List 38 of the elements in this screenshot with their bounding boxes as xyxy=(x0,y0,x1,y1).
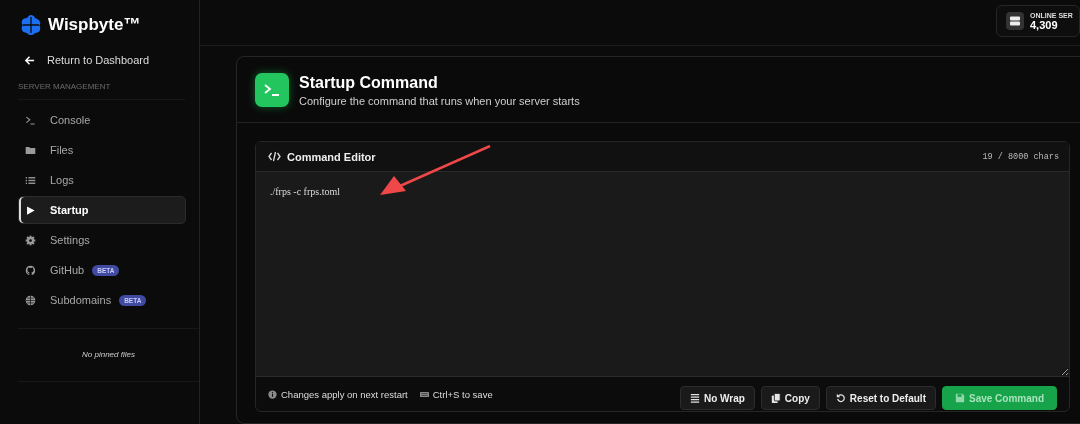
terminal-icon xyxy=(25,114,36,126)
hint-text: Ctrl+S to save xyxy=(432,388,493,400)
lines-icon xyxy=(689,393,700,403)
card-title: Startup Command xyxy=(299,73,439,92)
floppy-icon xyxy=(954,393,965,403)
list-icon xyxy=(25,174,36,186)
undo-icon xyxy=(835,393,846,403)
copy-button[interactable]: Copy xyxy=(760,386,820,410)
gear-icon xyxy=(25,234,36,246)
hint-text: Changes apply on next restart xyxy=(281,388,408,400)
play-icon xyxy=(25,204,36,216)
sidebar-item[interactable]: Files xyxy=(18,136,186,164)
return-link[interactable]: Return to Dashboard xyxy=(24,54,150,66)
section-heading: SERVER MANAGEMENT xyxy=(18,82,111,91)
server-icon xyxy=(1006,12,1024,30)
card-subtitle: Configure the command that runs when your server starts xyxy=(299,94,580,107)
char-counter: 19 / 8000 chars xyxy=(982,151,1059,162)
code-icon xyxy=(268,151,281,162)
sidebar-item[interactable]: Logs xyxy=(18,166,186,194)
back-arrow-icon xyxy=(24,54,35,66)
terminal-icon xyxy=(255,73,289,107)
info-icon xyxy=(268,389,277,399)
sidebar-item[interactable]: Console xyxy=(18,106,186,134)
sidebar-item[interactable]: Settings xyxy=(18,226,186,254)
editor-title: Command Editor xyxy=(287,150,376,163)
logo-icon xyxy=(20,14,42,36)
empty-message: No pinned files xyxy=(82,350,135,359)
reset-button[interactable]: Reset to Default xyxy=(825,386,936,410)
brand-name: Wispbyte™ xyxy=(48,15,141,35)
folder-icon xyxy=(25,144,36,156)
wrap-button[interactable]: No Wrap xyxy=(679,386,755,410)
copy-icon xyxy=(770,393,781,403)
command-field[interactable]: ./frps -c frps.toml xyxy=(256,172,1069,377)
cat-icon xyxy=(25,264,36,276)
keyboard-icon xyxy=(419,389,429,399)
sidebar-item[interactable]: Startup xyxy=(18,196,186,224)
counter-value: 4,309 xyxy=(1030,18,1059,31)
globe-icon xyxy=(25,294,36,306)
